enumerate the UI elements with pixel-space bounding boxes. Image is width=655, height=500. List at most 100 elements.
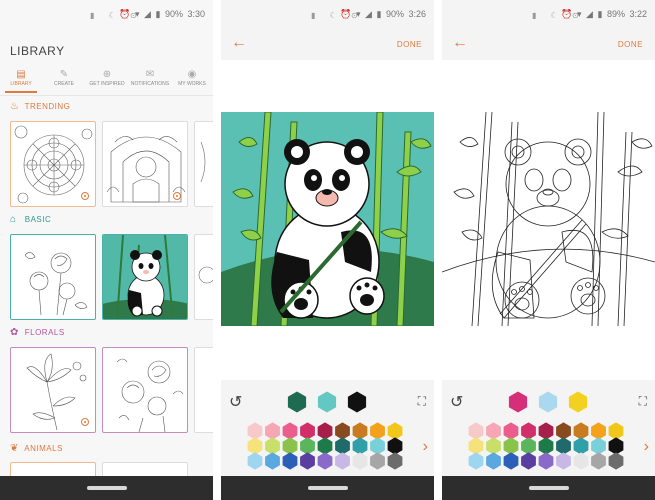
palette-color-swatch[interactable]: [317, 437, 333, 455]
palette-color-swatch[interactable]: [521, 452, 536, 470]
done-button[interactable]: DONE: [397, 40, 422, 49]
palette-color-swatch[interactable]: [503, 437, 519, 455]
recent-color-swatch[interactable]: [287, 391, 307, 413]
palette-color-swatch[interactable]: [265, 422, 280, 440]
palette-color-swatch[interactable]: [370, 452, 385, 470]
palette-color-swatch[interactable]: [300, 437, 315, 455]
palette-color-swatch[interactable]: [468, 422, 484, 440]
palette-color-swatch[interactable]: [521, 437, 536, 455]
palette-color-swatch[interactable]: [300, 422, 315, 440]
palette-color-swatch[interactable]: [370, 422, 385, 440]
artwork-card-panda[interactable]: [102, 234, 188, 320]
tab-my-works[interactable]: ◉ MY WORKS: [171, 68, 213, 87]
palette-color-swatch[interactable]: [282, 437, 298, 455]
tag-icon: ⌂: [10, 214, 17, 225]
next-palette-icon[interactable]: ›: [423, 438, 428, 456]
palette-color-swatch[interactable]: [265, 452, 280, 470]
back-arrow-icon[interactable]: ←: [452, 34, 468, 52]
palette-color-swatch[interactable]: [608, 422, 624, 440]
palette-color-swatch[interactable]: [608, 452, 624, 470]
recent-color-swatch[interactable]: [347, 391, 367, 413]
artwork-card-partial-3[interactable]: [194, 347, 213, 433]
home-gesture-bar[interactable]: [307, 486, 348, 490]
color-swatches[interactable]: [221, 380, 434, 476]
palette-color-swatch[interactable]: [556, 452, 571, 470]
palette-color-swatch[interactable]: [370, 437, 385, 455]
tab-library[interactable]: ▤ LIBRARY: [0, 68, 42, 87]
palette-color-swatch[interactable]: [247, 452, 263, 470]
recent-color-swatch[interactable]: [538, 391, 558, 413]
palette-color-swatch[interactable]: [387, 422, 403, 440]
artwork-card-bouquet[interactable]: [102, 347, 188, 433]
tab-get-inspired[interactable]: ⊕ GET INSPIRED: [86, 68, 128, 87]
palette-color-swatch[interactable]: [352, 452, 368, 470]
palette-color-swatch[interactable]: [300, 452, 315, 470]
search-icon: ⊕: [102, 69, 112, 80]
tab-notifications[interactable]: ✉ NOTIFICATIONS: [129, 68, 171, 87]
section-header-trending: ♨ TRENDING: [10, 101, 71, 112]
palette-color-swatch[interactable]: [317, 452, 333, 470]
home-gesture-bar[interactable]: [86, 486, 127, 490]
artwork-card-mandala[interactable]: [10, 121, 96, 207]
drawing-canvas[interactable]: [442, 60, 655, 380]
palette-color-swatch[interactable]: [538, 452, 554, 470]
done-button[interactable]: DONE: [618, 40, 643, 49]
recent-color-swatch[interactable]: [508, 391, 528, 413]
artwork-card-scene[interactable]: [102, 121, 188, 207]
palette-color-swatch[interactable]: [335, 452, 350, 470]
color-swatches[interactable]: [442, 380, 655, 476]
home-gesture-bar[interactable]: [528, 486, 569, 490]
palette-color-swatch[interactable]: [468, 452, 484, 470]
palette-color-swatch[interactable]: [282, 422, 298, 440]
fill-bucket-icon[interactable]: ⛶: [639, 394, 647, 409]
palette-color-swatch[interactable]: [486, 452, 501, 470]
palette-color-swatch[interactable]: [591, 452, 606, 470]
palette-color-swatch[interactable]: [387, 437, 403, 455]
next-palette-icon[interactable]: ›: [644, 438, 649, 456]
palette-color-swatch[interactable]: [486, 422, 501, 440]
status-right: ⏰ ▾ ◢ ▮ 90% 3:30: [117, 9, 205, 20]
back-arrow-icon[interactable]: ←: [231, 34, 247, 52]
palette-color-swatch[interactable]: [247, 422, 263, 440]
artwork-card-lily[interactable]: [10, 347, 96, 433]
recent-color-swatch[interactable]: [568, 391, 588, 413]
palette-color-swatch[interactable]: [335, 422, 350, 440]
system-nav-bar: [221, 476, 434, 500]
panda-colored-artwork[interactable]: [221, 112, 434, 326]
panda-outline-artwork[interactable]: [442, 112, 655, 326]
palette-color-swatch[interactable]: [282, 452, 298, 470]
palette-color-swatch[interactable]: [608, 437, 624, 455]
palette-color-swatch[interactable]: [556, 422, 571, 440]
palette-color-swatch[interactable]: [573, 452, 589, 470]
artwork-card-partial-2[interactable]: [194, 234, 213, 320]
battery-icon: ▮: [155, 9, 161, 19]
palette-color-swatch[interactable]: [468, 437, 484, 455]
palette-color-swatch[interactable]: [247, 437, 263, 455]
palette-color-swatch[interactable]: [538, 422, 554, 440]
wifi-icon: ▾: [355, 9, 361, 19]
palette-color-swatch[interactable]: [335, 437, 350, 455]
fill-bucket-icon[interactable]: ⛶: [418, 394, 426, 409]
tab-create[interactable]: ✎ CREATE: [43, 68, 85, 87]
palette-color-swatch[interactable]: [521, 422, 536, 440]
palette-color-swatch[interactable]: [573, 437, 589, 455]
clock: 3:22: [629, 9, 647, 19]
palette-color-swatch[interactable]: [352, 422, 368, 440]
palette-color-swatch[interactable]: [556, 437, 571, 455]
palette-color-swatch[interactable]: [486, 437, 501, 455]
drawing-canvas[interactable]: [221, 60, 434, 380]
palette-color-swatch[interactable]: [591, 422, 606, 440]
artwork-card-partial[interactable]: [194, 121, 213, 207]
palette-color-swatch[interactable]: [387, 452, 403, 470]
palette-color-swatch[interactable]: [538, 437, 554, 455]
palette-color-swatch[interactable]: [503, 422, 519, 440]
palette-color-swatch[interactable]: [317, 422, 333, 440]
palette-color-swatch[interactable]: [573, 422, 589, 440]
palette-color-swatch[interactable]: [591, 437, 606, 455]
palette-color-swatch[interactable]: [265, 437, 280, 455]
pencil-icon: ✎: [59, 69, 69, 80]
artwork-card-roses[interactable]: [10, 234, 96, 320]
palette-color-swatch[interactable]: [352, 437, 368, 455]
palette-color-swatch[interactable]: [503, 452, 519, 470]
recent-color-swatch[interactable]: [317, 391, 337, 413]
